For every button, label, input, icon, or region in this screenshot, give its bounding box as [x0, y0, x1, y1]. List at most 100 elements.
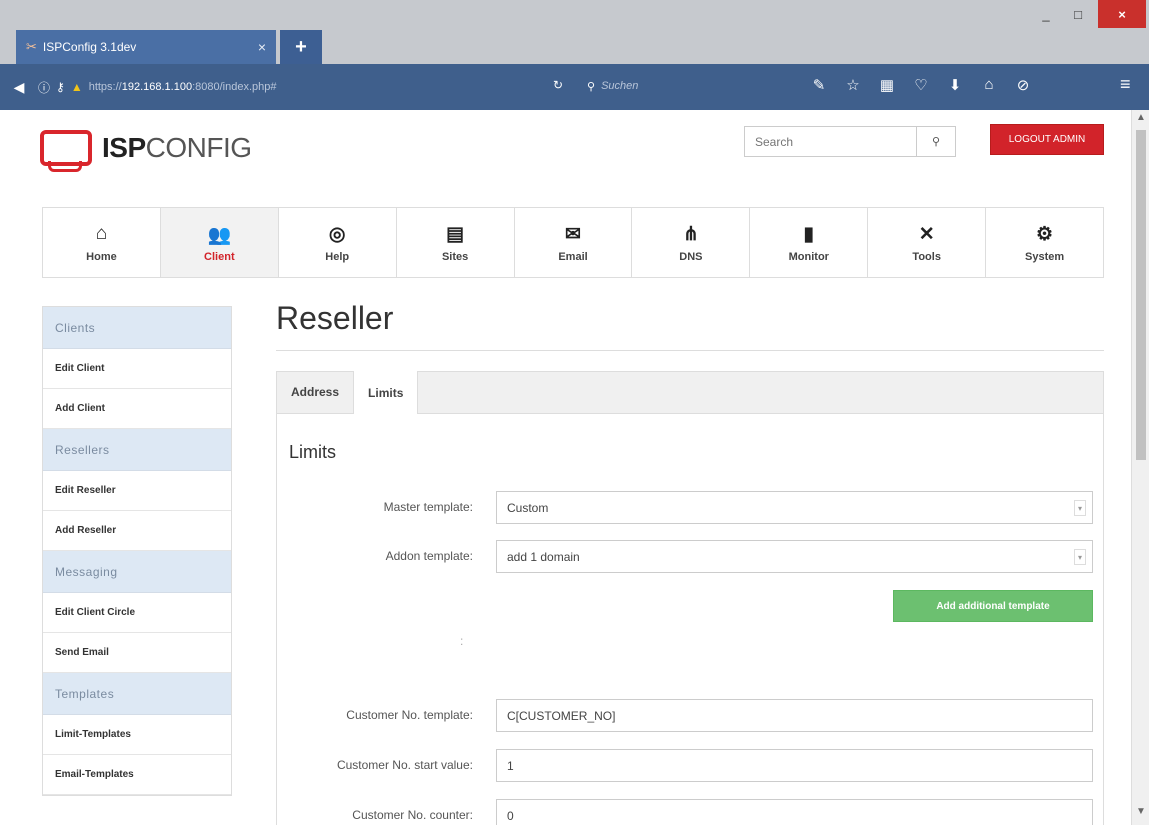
new-tab-button[interactable]: + — [280, 30, 322, 64]
browser-titlebar: ✂ ISPConfig 3.1dev × + _ □ × — [0, 0, 1149, 64]
sidebar-item-limit-templates[interactable]: Limit-Templates — [43, 715, 231, 755]
add-additional-template-button[interactable]: Add additional template — [893, 590, 1093, 622]
tab-address[interactable]: Address — [277, 371, 353, 413]
customer-no-start-input[interactable]: 1 — [496, 749, 1093, 782]
star-icon[interactable]: ☆ — [844, 76, 862, 94]
browser-search-field[interactable]: ⚲ Suchen — [587, 72, 773, 100]
page-scrollbar[interactable]: ▲ ▼ — [1131, 110, 1149, 825]
nav-client-label: Client — [204, 250, 235, 263]
browser-navbar: ◀ ⓘ ⚷ ▲ https://192.168.1.100:8080/index… — [0, 64, 1149, 110]
traffic-light-icon: ▮ — [803, 223, 815, 245]
sidebar-item-edit-client-circle[interactable]: Edit Client Circle — [43, 593, 231, 633]
form-panel: Address Limits Limits Master template: C… — [276, 371, 1104, 825]
envelope-icon: ✉ — [565, 223, 581, 245]
browser-tab[interactable]: ✂ ISPConfig 3.1dev × — [16, 30, 276, 64]
tab-limits[interactable]: Limits — [353, 371, 419, 414]
customer-no-start-row: Customer No. start value: 1 — [277, 749, 1105, 783]
nav-help-label: Help — [325, 250, 350, 263]
nav-tools[interactable]: ✕ Tools — [868, 208, 987, 277]
empty-field-label: : — [460, 634, 464, 648]
addon-template-row: Addon template: add 1 domain ▾ — [277, 540, 1105, 574]
nav-system-label: System — [1025, 250, 1065, 263]
reload-icon[interactable]: ↻ — [553, 78, 563, 92]
gear-icon: ⚙ — [1036, 223, 1054, 245]
home-icon: ⌂ — [95, 222, 108, 244]
reading-list-icon[interactable]: ▦ — [878, 76, 896, 94]
nav-dns-label: DNS — [679, 250, 703, 263]
chevron-down-icon: ▾ — [1074, 500, 1086, 516]
nav-email-label: Email — [558, 250, 588, 263]
sidebar-heading-templates: Templates — [43, 673, 231, 715]
home-icon[interactable]: ⌂ — [980, 76, 998, 94]
customer-no-template-row: Customer No. template: C[CUSTOMER_NO] — [277, 699, 1105, 733]
addon-template-label: Addon template: — [385, 549, 473, 563]
nav-dns[interactable]: ⋔ DNS — [632, 208, 751, 277]
sidebar-heading-messaging: Messaging — [43, 551, 231, 593]
addon-template-select[interactable]: add 1 domain ▾ — [496, 540, 1093, 573]
lifebuoy-icon: ◎ — [328, 223, 346, 245]
sidebar-heading-clients: Clients — [43, 307, 231, 349]
sidebar-item-add-client[interactable]: Add Client — [43, 389, 231, 429]
logo-text: ISPCONFIG — [102, 132, 252, 163]
hamburger-menu-icon[interactable]: ≡ — [1120, 74, 1131, 95]
sidebar-item-send-email[interactable]: Send Email — [43, 633, 231, 673]
url-text[interactable]: https://192.168.1.100:8080/index.php# — [89, 81, 277, 93]
nav-sites[interactable]: ▤ Sites — [397, 208, 515, 277]
window-close-button[interactable]: × — [1098, 0, 1146, 28]
customer-no-counter-input[interactable]: 0 — [496, 799, 1093, 825]
master-template-row: Master template: Custom ▾ — [277, 491, 1105, 525]
nav-client[interactable]: 👥 Client — [160, 208, 279, 277]
window-maximize-button[interactable]: □ — [1062, 0, 1094, 28]
scroll-up-icon[interactable]: ▲ — [1136, 112, 1146, 123]
tools-icon: ✕ — [918, 223, 935, 245]
nav-home-label: Home — [86, 250, 117, 263]
wrench-icon[interactable]: ✎ — [810, 76, 828, 94]
form-tabs: Address Limits — [277, 371, 1103, 414]
nav-home[interactable]: ⌂ Home — [43, 208, 161, 277]
block-icon[interactable]: ⊘ — [1014, 76, 1032, 94]
tab-close-icon[interactable]: × — [258, 39, 266, 55]
customer-no-template-label: Customer No. template: — [346, 708, 473, 722]
pocket-icon[interactable]: ♡ — [912, 76, 930, 94]
nav-monitor[interactable]: ▮ Monitor — [750, 208, 869, 277]
scrollbar-thumb[interactable] — [1136, 130, 1146, 460]
customer-no-start-label: Customer No. start value: — [336, 758, 473, 772]
nav-system[interactable]: ⚙ System — [986, 208, 1103, 277]
back-arrow-icon[interactable]: ◀ — [6, 79, 32, 96]
section-title: Limits — [289, 442, 337, 462]
key-icon[interactable]: ⚷ — [56, 80, 65, 94]
sidebar: Clients Edit Client Add Client Resellers… — [42, 306, 232, 796]
customer-no-counter-row: Customer No. counter: 0 — [277, 799, 1105, 825]
sidebar-item-edit-reseller[interactable]: Edit Reseller — [43, 471, 231, 511]
monitor-logo-icon — [40, 130, 92, 172]
customer-no-template-input[interactable]: C[CUSTOMER_NO] — [496, 699, 1093, 732]
scroll-down-icon[interactable]: ▼ — [1136, 806, 1146, 817]
sidebar-item-add-reseller[interactable]: Add Reseller — [43, 511, 231, 551]
title-divider — [276, 350, 1104, 351]
main-navigation: ⌂ Home 👥 Client ◎ Help ▤ Sites ✉ Email ⋔… — [42, 207, 1104, 278]
page-title: Reseller — [276, 300, 394, 336]
sidebar-item-email-templates[interactable]: Email-Templates — [43, 755, 231, 795]
browser-icon: ▤ — [446, 223, 465, 245]
logout-button[interactable]: LOGOUT ADMIN — [990, 124, 1104, 155]
users-icon: 👥 — [207, 224, 232, 246]
nav-email[interactable]: ✉ Email — [515, 208, 633, 277]
window-minimize-button[interactable]: _ — [1030, 0, 1062, 28]
lock-warning-icon[interactable]: ▲ — [71, 80, 83, 94]
search-button[interactable]: ⚲ — [916, 126, 956, 157]
master-template-select[interactable]: Custom ▾ — [496, 491, 1093, 524]
nav-help[interactable]: ◎ Help — [279, 208, 397, 277]
sidebar-item-edit-client[interactable]: Edit Client — [43, 349, 231, 389]
address-bar[interactable]: ⓘ ⚷ ▲ https://192.168.1.100:8080/index.p… — [38, 73, 277, 101]
nav-tools-label: Tools — [912, 250, 941, 263]
master-template-label: Master template: — [383, 500, 473, 514]
sidebar-heading-resellers: Resellers — [43, 429, 231, 471]
customer-no-counter-label: Customer No. counter: — [352, 808, 473, 822]
search-input[interactable] — [744, 126, 917, 157]
chevron-down-icon: ▾ — [1074, 549, 1086, 565]
info-icon[interactable]: ⓘ — [38, 79, 50, 96]
ispconfig-logo[interactable]: ISPCONFIG — [40, 130, 252, 172]
download-icon[interactable]: ⬇ — [946, 76, 964, 94]
ispconfig-favicon-icon: ✂ — [26, 39, 37, 54]
nav-sites-label: Sites — [441, 250, 469, 263]
